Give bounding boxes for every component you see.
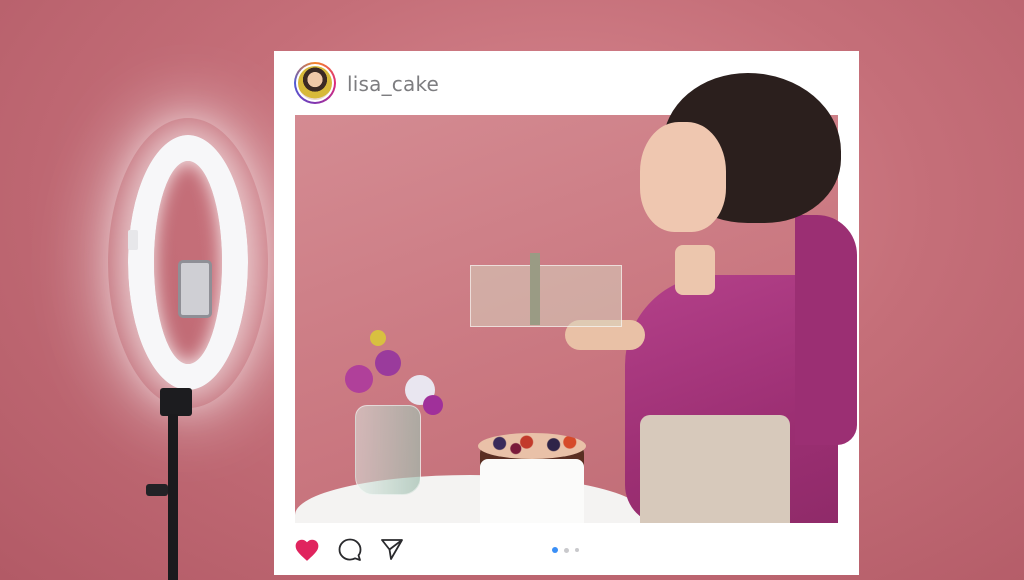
- share-icon[interactable]: [379, 537, 405, 563]
- flower-vase: [355, 405, 421, 495]
- box-ribbon: [530, 253, 540, 325]
- stand-knob: [146, 484, 168, 496]
- carousel-dot: [564, 547, 569, 553]
- carousel-dot-active: [552, 547, 558, 553]
- cake-berries: [478, 433, 586, 459]
- avatar[interactable]: [294, 62, 336, 104]
- flower: [370, 330, 386, 346]
- woman-shirt-overflow: [795, 215, 857, 445]
- avatar-ring: [296, 64, 334, 102]
- woman-face: [640, 122, 726, 232]
- cupcake-box: [470, 265, 622, 327]
- woman-apron: [640, 415, 790, 523]
- flower: [345, 365, 373, 393]
- avatar-photo: [298, 66, 332, 100]
- woman-neck: [675, 245, 715, 295]
- table: [295, 475, 645, 523]
- ring-light-clip: [128, 230, 138, 250]
- comment-icon[interactable]: [337, 537, 363, 563]
- phone-on-ring-light: [178, 260, 212, 318]
- carousel-dot: [575, 548, 579, 552]
- carousel-dots: [552, 546, 579, 554]
- light-stand: [168, 414, 178, 580]
- post-actions: [274, 523, 859, 575]
- username[interactable]: lisa_cake: [347, 72, 439, 96]
- flower: [423, 395, 443, 415]
- heart-icon[interactable]: [294, 538, 320, 562]
- flower: [375, 350, 401, 376]
- stand-connector: [160, 388, 192, 416]
